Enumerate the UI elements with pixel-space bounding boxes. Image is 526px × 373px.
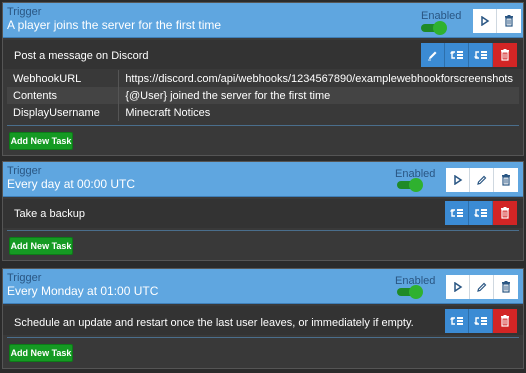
param-value: https://discord.com/api/webhooks/1234567… [125, 72, 513, 85]
trigger-card-3: Trigger Every Monday at 01:00 UTC Enable… [2, 268, 524, 369]
divider [7, 125, 519, 126]
param-value: {@User} joined the server for the first … [118, 87, 519, 104]
trigger-header: Trigger Every day at 00:00 UTC Enabled [3, 162, 523, 197]
trash-icon [500, 207, 510, 219]
enabled-toggle[interactable] [421, 21, 447, 35]
pencil-icon [427, 50, 438, 61]
pencil-icon [476, 282, 487, 293]
trigger-value: Every day at 00:00 UTC [7, 177, 136, 191]
add-task-button[interactable]: Add New Task [9, 344, 73, 362]
trigger-label: Trigger [7, 165, 42, 177]
trash-icon [500, 49, 510, 61]
enabled-toggle[interactable] [397, 178, 423, 192]
run-trigger-button[interactable] [446, 275, 470, 299]
play-icon [453, 282, 463, 292]
pencil-icon [476, 175, 487, 186]
move-up-icon [449, 207, 464, 219]
add-task-button[interactable]: Add New Task [9, 237, 73, 255]
task-title: Post a message on Discord [14, 50, 149, 62]
trash-icon [501, 281, 511, 293]
run-trigger-button[interactable] [446, 168, 470, 192]
move-task-down-button[interactable] [469, 309, 493, 333]
trigger-card-1: Trigger A player joins the server for th… [2, 2, 524, 156]
trigger-card-2: Trigger Every day at 00:00 UTC Enabled T… [2, 161, 524, 261]
task-actions [445, 201, 517, 225]
move-task-up-button[interactable] [445, 309, 469, 333]
move-task-up-button[interactable] [445, 201, 469, 225]
move-up-icon [449, 315, 464, 327]
move-down-icon [473, 315, 488, 327]
trash-icon [501, 174, 511, 186]
trash-icon [500, 315, 510, 327]
move-task-down-button[interactable] [469, 201, 493, 225]
header-actions [446, 168, 518, 192]
param-key: DisplayUsername [7, 104, 120, 121]
param-row: WebhookURL https://discord.com/api/webho… [7, 70, 519, 87]
play-icon [480, 16, 490, 26]
divider [7, 337, 519, 338]
param-key: Contents [7, 87, 120, 104]
trigger-value: Every Monday at 01:00 UTC [7, 284, 159, 298]
trigger-header: Trigger Every Monday at 01:00 UTC Enable… [3, 269, 523, 304]
param-row: DisplayUsername Minecraft Notices [7, 104, 519, 121]
move-task-down-button[interactable] [469, 43, 493, 67]
edit-trigger-button[interactable] [470, 168, 494, 192]
task-row: Take a backup [3, 199, 523, 228]
task-actions [421, 43, 517, 67]
delete-task-button[interactable] [493, 43, 517, 67]
trigger-label: Trigger [7, 272, 42, 284]
trigger-label: Trigger [7, 6, 42, 18]
trigger-header: Trigger A player joins the server for th… [3, 3, 523, 38]
enabled-toggle[interactable] [397, 285, 423, 299]
task-title: Schedule an update and restart once the … [14, 317, 414, 329]
divider [7, 230, 519, 231]
delete-trigger-button[interactable] [494, 168, 518, 192]
toggle-knob [409, 285, 423, 299]
task-row: Post a message on Discord [3, 40, 523, 69]
header-actions [473, 9, 521, 33]
delete-task-button[interactable] [493, 201, 517, 225]
delete-trigger-button[interactable] [497, 9, 521, 33]
param-key: WebhookURL [7, 70, 120, 87]
task-title: Take a backup [14, 208, 85, 220]
task-parameters: WebhookURL https://discord.com/api/webho… [7, 70, 519, 121]
trigger-value: A player joins the server for the first … [7, 18, 222, 32]
task-row: Schedule an update and restart once the … [3, 306, 523, 335]
move-down-icon [473, 49, 488, 61]
edit-trigger-button[interactable] [470, 275, 494, 299]
param-value: Minecraft Notices [125, 106, 211, 119]
delete-task-button[interactable] [493, 309, 517, 333]
trash-icon [504, 15, 514, 27]
play-icon [453, 175, 463, 185]
move-down-icon [473, 207, 488, 219]
run-trigger-button[interactable] [473, 9, 497, 33]
toggle-knob [433, 21, 447, 35]
header-actions [446, 275, 518, 299]
edit-task-button[interactable] [421, 43, 445, 67]
add-task-button[interactable]: Add New Task [9, 132, 73, 150]
task-actions [445, 309, 517, 333]
toggle-knob [409, 178, 423, 192]
move-up-icon [449, 49, 464, 61]
param-row: Contents {@User} joined the server for t… [7, 87, 519, 104]
delete-trigger-button[interactable] [494, 275, 518, 299]
move-task-up-button[interactable] [445, 43, 469, 67]
